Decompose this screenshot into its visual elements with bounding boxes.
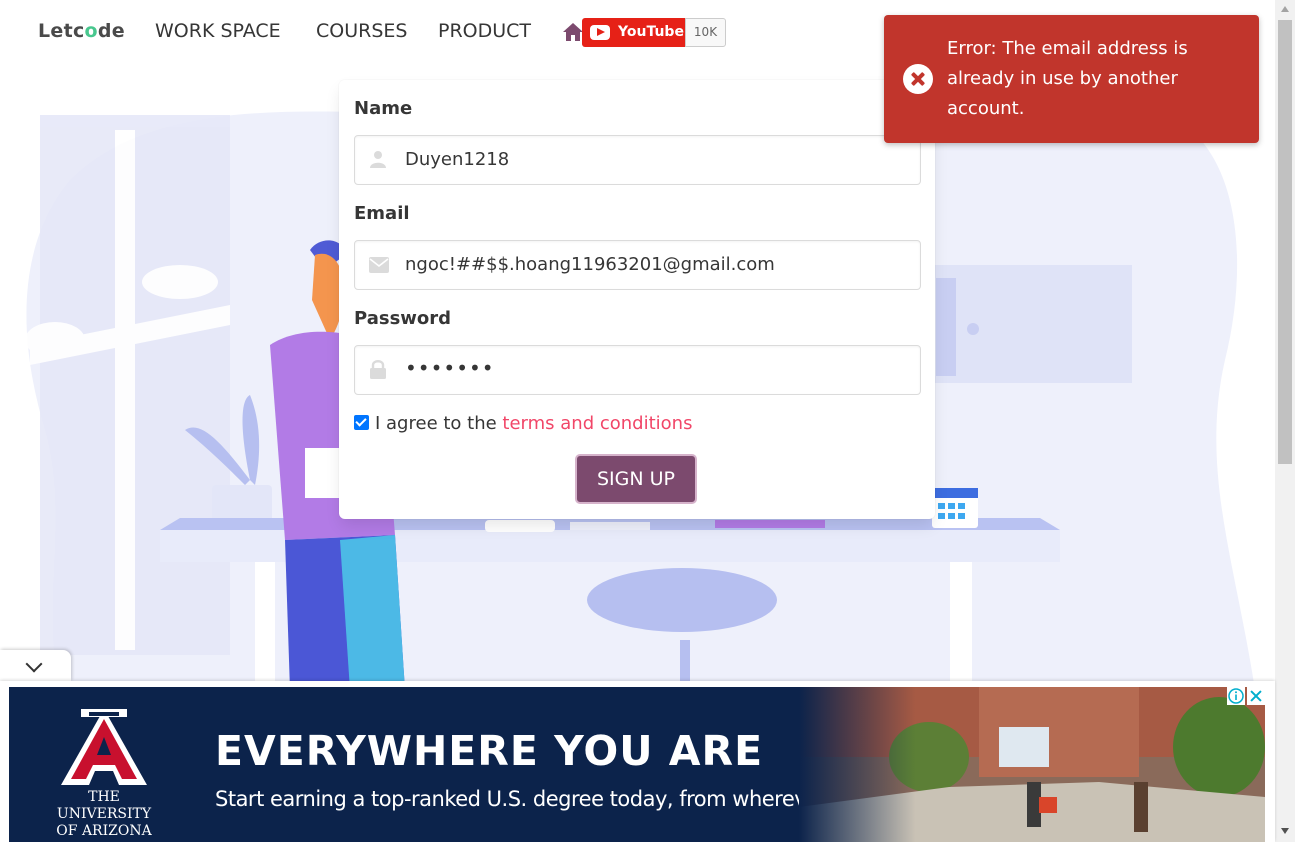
university-name: THE UNIVERSITY OF ARIZONA (56, 789, 152, 839)
ad-info-icon[interactable] (1227, 687, 1245, 705)
chair (587, 568, 777, 632)
window (25, 115, 230, 655)
lock-icon (370, 360, 386, 379)
youtube-subscriber-count: 10K (685, 18, 726, 47)
ad-container: THE UNIVERSITY OF ARIZONA EVERYWHERE YOU … (0, 681, 1275, 842)
campus-photo (799, 687, 1265, 842)
scroll-up-arrow-icon[interactable] (1281, 6, 1289, 12)
ad-headline: EVERYWHERE YOU ARE (215, 727, 764, 775)
terms-link[interactable]: terms and conditions (502, 413, 692, 434)
name-label: Name (354, 98, 413, 119)
name-field[interactable]: Duyen1218 (354, 135, 921, 185)
scroll-down-arrow-icon[interactable] (1281, 828, 1289, 834)
ad-close-icon[interactable] (1247, 687, 1265, 705)
agree-checkbox[interactable] (354, 415, 369, 430)
letcode-logo[interactable]: Letcode (38, 20, 125, 42)
envelope-icon (369, 257, 389, 273)
password-field[interactable]: ••••••• (354, 345, 921, 395)
user-icon (370, 151, 386, 168)
home-icon[interactable] (562, 22, 584, 42)
signup-card: Name Duyen1218 Email ngoc!##$$.hoang1196… (339, 80, 935, 519)
nav-courses[interactable]: COURSES (316, 20, 407, 42)
agree-text: I agree to the terms and conditions (375, 413, 693, 434)
page-scrollbar[interactable] (1275, 0, 1295, 842)
youtube-subscribe-button[interactable]: YouTube (582, 18, 685, 47)
signup-button[interactable]: SIGN UP (575, 454, 697, 504)
toast-message: Error: The email address is already in u… (947, 38, 1188, 119)
chevron-down-icon (25, 655, 43, 673)
nav-product[interactable]: PRODUCT (438, 20, 531, 42)
scrollbar-thumb[interactable] (1278, 20, 1292, 464)
error-circle-icon (903, 64, 933, 94)
email-value: ngoc!##$$.hoang11963201@gmail.com (405, 254, 775, 275)
youtube-label: YouTube (618, 24, 684, 40)
ad-collapse-toggle[interactable] (0, 650, 71, 681)
name-value: Duyen1218 (405, 149, 510, 170)
youtube-play-icon (590, 25, 610, 40)
password-label: Password (354, 308, 452, 329)
university-of-arizona-logo (61, 709, 147, 785)
info-icon (1228, 688, 1244, 704)
calendar (932, 488, 978, 528)
ad-banner[interactable]: THE UNIVERSITY OF ARIZONA EVERYWHERE YOU … (9, 687, 1265, 842)
nav-work-space[interactable]: WORK SPACE (155, 20, 281, 42)
email-label: Email (354, 203, 410, 224)
error-toast[interactable]: Error: The email address is already in u… (884, 15, 1259, 143)
email-field[interactable]: ngoc!##$$.hoang11963201@gmail.com (354, 240, 921, 290)
password-mask: ••••••• (405, 356, 495, 380)
